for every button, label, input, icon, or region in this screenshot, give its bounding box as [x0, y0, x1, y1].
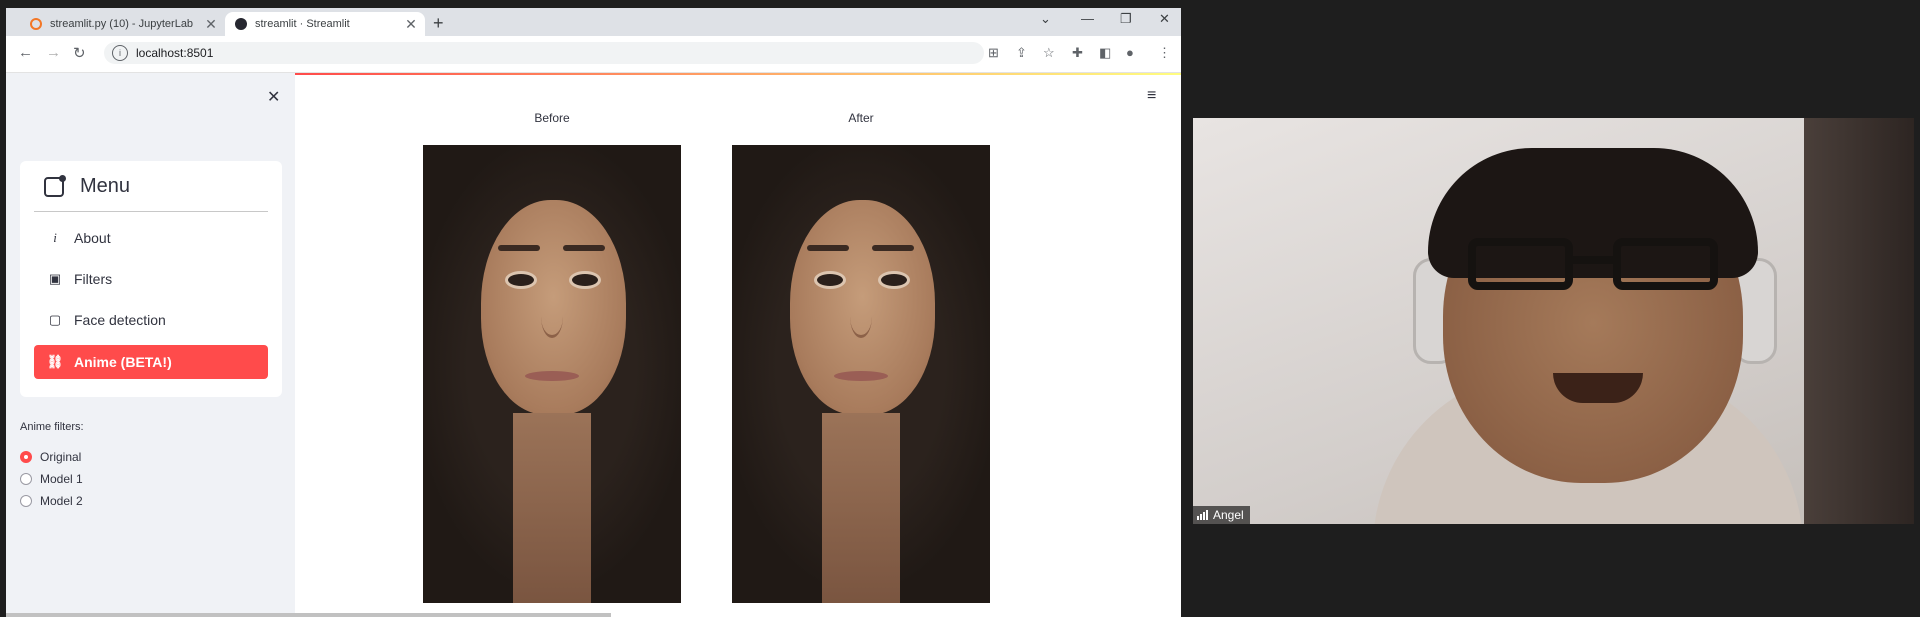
decoration-bar — [295, 73, 1181, 75]
streamlit-favicon-icon — [235, 18, 247, 30]
radio-unselected-icon[interactable] — [20, 473, 32, 485]
person-bounding-box-icon: ▢ — [48, 312, 62, 327]
menu-item-label: Anime (BETA!) — [74, 354, 172, 370]
reload-icon[interactable]: ↻ — [73, 44, 86, 62]
menu-divider — [34, 211, 268, 212]
image-icon: ▣ — [48, 271, 62, 286]
hamburger-menu-icon[interactable]: ≡ — [1147, 87, 1156, 105]
tab-search-icon[interactable]: ⌄ — [1040, 11, 1051, 27]
extensions-icon[interactable]: ✚ — [1072, 45, 1083, 61]
info-icon: i — [53, 230, 57, 245]
bookmark-star-icon[interactable]: ☆ — [1043, 45, 1055, 61]
before-caption: Before — [534, 111, 570, 125]
new-tab-button[interactable]: + — [433, 13, 444, 34]
link-icon: ⛓ — [46, 354, 64, 369]
menu-card: Menu i About ▣ Filters ▢ Face detection … — [20, 161, 282, 397]
menu-item-filters[interactable]: ▣ Filters — [34, 262, 268, 296]
anime-filters-label: Anime filters: — [20, 421, 84, 433]
menu-header: Menu — [44, 174, 131, 198]
menu-item-label: Face detection — [74, 312, 166, 328]
radio-unselected-icon[interactable] — [20, 495, 32, 507]
menu-item-label: About — [74, 230, 111, 246]
profile-icon[interactable]: ● — [1126, 45, 1134, 60]
radio-label: Original — [40, 450, 82, 464]
menu-item-face-detection[interactable]: ▢ Face detection — [34, 303, 268, 337]
tab-close-icon[interactable]: ✕ — [403, 16, 419, 33]
horizontal-scrollbar[interactable] — [6, 613, 611, 617]
radio-label: Model 2 — [40, 494, 83, 508]
sidebar: ✕ Menu i About ▣ Filters ▢ Face detectio… — [6, 73, 295, 617]
video-call-tile: Angel — [1193, 118, 1914, 524]
signal-strength-icon — [1197, 510, 1209, 520]
radio-original[interactable]: Original — [20, 450, 81, 464]
after-image — [732, 145, 990, 603]
app-indicator-icon — [44, 174, 66, 197]
menu-title: Menu — [80, 175, 131, 197]
radio-model-1[interactable]: Model 1 — [20, 472, 83, 486]
main-content: ≡ Before After — [295, 73, 1181, 617]
menu-item-label: Filters — [74, 271, 113, 287]
address-bar[interactable]: i localhost:8501 — [104, 42, 984, 64]
radio-label: Model 1 — [40, 472, 83, 486]
browser-window: streamlit.py (10) - JupyterLab ✕ streaml… — [6, 8, 1181, 617]
side-panel-icon[interactable]: ◧ — [1099, 45, 1111, 61]
close-sidebar-icon[interactable]: ✕ — [267, 87, 280, 107]
jupyter-favicon-icon — [30, 18, 42, 30]
url-text: localhost:8501 — [136, 46, 214, 60]
share-icon[interactable]: ⇪ — [1016, 45, 1027, 61]
restore-button[interactable]: ❐ — [1120, 11, 1132, 27]
menu-item-about[interactable]: i About — [34, 221, 268, 255]
close-window-button[interactable]: ✕ — [1159, 11, 1170, 27]
participant-name: Angel — [1213, 508, 1244, 522]
minimize-button[interactable]: — — [1081, 11, 1094, 26]
participant-name-label: Angel — [1193, 506, 1250, 524]
after-caption: After — [848, 111, 874, 125]
tab-bar: streamlit.py (10) - JupyterLab ✕ streaml… — [6, 8, 1181, 36]
radio-selected-icon[interactable] — [20, 451, 32, 463]
before-image — [423, 145, 681, 603]
translate-icon[interactable]: ⊞ — [988, 45, 999, 61]
radio-model-2[interactable]: Model 2 — [20, 494, 83, 508]
tab-jupyterlab[interactable]: streamlit.py (10) - JupyterLab ✕ — [20, 12, 225, 36]
navigation-bar: ← → ↻ i localhost:8501 ⊞ ⇪ ☆ ✚ ◧ ● ⋮ — [6, 36, 1181, 73]
tab-close-icon[interactable]: ✕ — [203, 16, 219, 33]
forward-icon[interactable]: → — [46, 44, 61, 61]
more-options-icon[interactable]: ⋮ — [1158, 45, 1171, 61]
site-info-icon[interactable]: i — [112, 45, 128, 61]
tab-title: streamlit.py (10) - JupyterLab — [50, 18, 194, 30]
back-icon[interactable]: ← — [18, 44, 33, 61]
tab-title: streamlit · Streamlit — [255, 18, 350, 30]
menu-item-anime[interactable]: ⛓ Anime (BETA!) — [34, 345, 268, 379]
tab-streamlit[interactable]: streamlit · Streamlit ✕ — [225, 12, 425, 36]
